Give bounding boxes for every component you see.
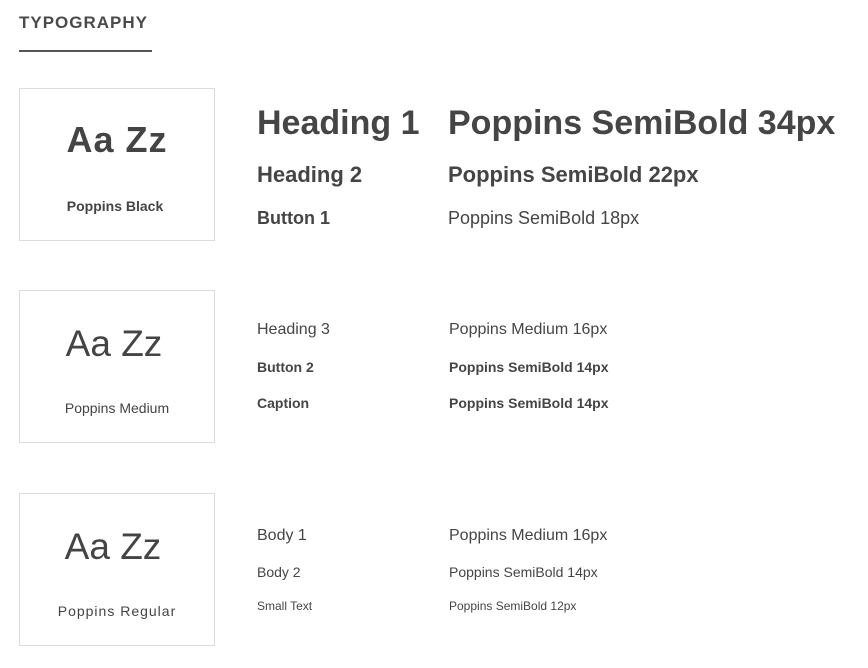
style-label-heading-3: Heading 3 [257,321,330,338]
font-name: Poppins Medium [64,400,170,416]
font-card-regular: Aa Zz Poppins Regular [19,493,215,646]
style-spec-body-1: Poppins Medium 16px [449,527,608,544]
style-spec-small-text: Poppins SemiBold 12px [449,599,577,613]
style-spec-button-2: Poppins SemiBold 14px [449,359,609,375]
style-label-body-1: Body 1 [257,527,307,544]
style-spec-heading-2: Poppins SemiBold 22px [448,162,699,187]
font-name: Poppins Black [66,198,164,214]
style-spec-heading-3: Poppins Medium 16px [449,321,608,338]
font-sample: Aa Zz [66,119,168,160]
section-title-underline [19,50,152,52]
font-sample: Aa Zz [64,526,162,567]
style-label-button-2: Button 2 [257,359,314,375]
style-label-body-2: Body 2 [257,564,301,580]
style-label-heading-1: Heading 1 [257,104,420,142]
font-card-medium: Aa Zz Poppins Medium [19,290,215,443]
font-card-black: Aa Zz Poppins Black [19,88,215,241]
section-title: TYPOGRAPHY [19,13,149,32]
font-name: Poppins Regular [57,603,177,619]
style-label-caption: Caption [257,395,310,411]
style-spec-heading-1: Poppins SemiBold 34px [448,104,836,142]
style-label-heading-2: Heading 2 [257,162,363,187]
style-spec-caption: Poppins SemiBold 14px [449,395,609,411]
font-sample: Aa Zz [65,323,163,364]
style-spec-button-1: Poppins SemiBold 18px [448,208,640,228]
style-spec-body-2: Poppins SemiBold 14px [449,564,598,580]
style-label-small-text: Small Text [257,599,313,613]
style-label-button-1: Button 1 [257,208,330,228]
